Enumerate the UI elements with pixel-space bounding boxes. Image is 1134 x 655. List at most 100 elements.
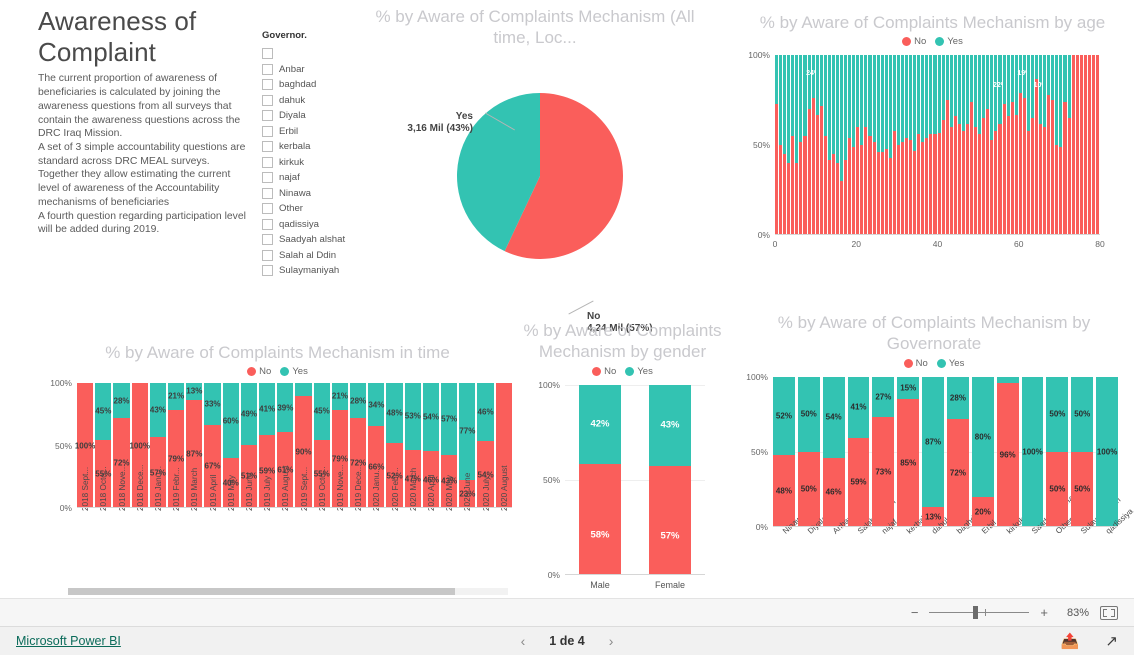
bar-segment-no[interactable] (649, 466, 691, 575)
time-bar[interactable]: 45% 55% 2018 Octo... (95, 383, 112, 511)
bar-segment-yes[interactable] (787, 55, 791, 164)
bar-segment-no[interactable] (917, 134, 921, 236)
checkbox-icon[interactable] (262, 79, 273, 91)
bar-segment-no[interactable] (1014, 114, 1018, 236)
slicer-item[interactable]: Saadyah alshat (262, 232, 357, 248)
bar-segment-no[interactable] (905, 138, 909, 236)
checkbox-icon[interactable] (262, 141, 273, 153)
bar-segment-no[interactable] (860, 145, 864, 236)
bar-segment-yes[interactable] (1039, 55, 1043, 124)
bar-segment-yes[interactable] (823, 55, 827, 137)
bar-segment-yes[interactable] (783, 55, 787, 155)
slicer-item[interactable]: baghdad (262, 77, 357, 93)
time-bar[interactable]: 39% 61% 2019 August (277, 383, 294, 511)
time-bar[interactable]: 13% 87% 2019 March (186, 383, 203, 511)
fullscreen-icon[interactable]: ↗ (1105, 632, 1118, 650)
bar-segment-yes[interactable] (775, 55, 779, 104)
bar-segment-yes[interactable] (913, 55, 917, 151)
zoom-out-button[interactable]: − (911, 605, 919, 620)
checkbox-icon[interactable] (262, 218, 273, 230)
time-bar[interactable]: 46% 54% 2020 July (477, 383, 494, 511)
bar-segment-yes[interactable] (900, 55, 904, 142)
bar-segment-no[interactable] (795, 163, 799, 236)
bar-segment-yes[interactable] (933, 55, 937, 135)
checkbox-icon[interactable] (262, 125, 273, 137)
governorate-bar[interactable]: 27% 73% najaf (872, 376, 899, 535)
bar-segment-no[interactable] (779, 145, 783, 236)
checkbox-icon[interactable] (262, 249, 273, 261)
zoom-slider[interactable] (929, 606, 1030, 619)
bar-segment-no[interactable] (998, 123, 1002, 236)
checkbox-icon[interactable] (262, 94, 273, 106)
time-bar[interactable]: 2020 August (495, 383, 512, 511)
bar-segment-no[interactable] (807, 109, 811, 236)
governorate-bar[interactable]: 50% 50% Other (1046, 376, 1075, 535)
checkbox-icon[interactable] (262, 234, 273, 246)
bar-segment-no[interactable] (1083, 55, 1087, 236)
bar-segment-yes[interactable] (1026, 55, 1030, 131)
time-bar[interactable]: 33% 67% 2019 April (204, 383, 221, 511)
bar-segment-no[interactable] (884, 148, 888, 236)
powerbi-brand-link[interactable]: Microsoft Power BI (16, 634, 121, 648)
bar-segment-yes[interactable] (840, 55, 844, 182)
governorate-bar[interactable]: 50% 50% Diyala (797, 376, 828, 535)
zoom-in-button[interactable]: + (1040, 605, 1048, 620)
bar-segment-no[interactable] (803, 136, 807, 236)
bar-segment-no[interactable] (949, 127, 953, 236)
bar-segment-no[interactable] (1035, 78, 1039, 236)
share-icon[interactable]: 📤 (1061, 632, 1080, 650)
gender-bar[interactable]: 42% 58% Male (579, 384, 621, 590)
governorate-bar[interactable]: 28% 72% baghdad (947, 376, 984, 535)
bar-segment-yes[interactable] (852, 55, 856, 148)
slicer-item[interactable]: Diyala (262, 108, 357, 124)
bar-segment-no[interactable] (1055, 145, 1059, 236)
bar-segment-yes[interactable] (1051, 55, 1055, 101)
bar-segment-yes[interactable] (888, 55, 892, 158)
bar-segment-yes[interactable] (1063, 55, 1067, 103)
bar-segment-yes[interactable] (961, 55, 965, 131)
bar-segment-yes[interactable] (1059, 55, 1063, 148)
bar-segment-yes[interactable] (953, 55, 957, 117)
bar-segment-no[interactable] (1091, 55, 1095, 236)
bar-segment-no[interactable] (986, 109, 990, 236)
bar-segment-no[interactable] (978, 134, 982, 236)
time-bar[interactable]: 41% 59% 2019 July (259, 383, 276, 511)
slicer-item[interactable]: Sulaymaniyah (262, 263, 357, 279)
age-bar[interactable] (1095, 55, 1100, 236)
bar-segment-yes[interactable] (864, 55, 868, 128)
slicer-item[interactable]: kerbala (262, 139, 357, 155)
time-bars[interactable]: 100% 2018 Sept... 45% 55% 2018 Octo... 28% 72%… (75, 383, 512, 511)
checkbox-icon[interactable] (262, 48, 273, 60)
legend-item-yes[interactable]: Yes (625, 366, 653, 377)
slicer-item[interactable]: najaf (262, 170, 357, 186)
bar-segment-yes[interactable] (937, 55, 941, 133)
gender-plot-area[interactable]: 42% 58% Male 43% 57% Female 0% 50% 100% (538, 380, 705, 590)
bar-segment-no[interactable] (965, 123, 969, 236)
time-bar[interactable]: 54% 46% 2020 April (422, 383, 440, 511)
zoom-slider-thumb[interactable] (973, 606, 979, 619)
bar-segment-no[interactable] (1067, 118, 1071, 236)
bar-segment-no[interactable] (961, 130, 965, 236)
governorate-bar[interactable]: 96% kirkuk (996, 376, 1026, 535)
bar-segment-no[interactable] (864, 127, 868, 236)
bar-segment-yes[interactable] (892, 55, 896, 131)
bar-segment-yes[interactable] (909, 55, 913, 140)
time-bar[interactable]: 57% 43% 2020 May (441, 383, 458, 511)
time-bar[interactable]: 53% 47% 2020 March (404, 383, 421, 511)
bar-segment-yes[interactable] (876, 55, 880, 153)
legend-item-no[interactable]: No (903, 358, 928, 369)
bar-segment-yes[interactable] (856, 55, 860, 128)
bar-segment-yes[interactable] (970, 55, 974, 103)
legend-item-no[interactable]: No (592, 366, 616, 377)
bar-segment-yes[interactable] (811, 55, 815, 99)
bar-segment-yes[interactable] (1022, 55, 1026, 99)
fit-to-page-icon[interactable] (1100, 605, 1118, 620)
bar-segment-no[interactable] (941, 120, 945, 236)
bar-segment-yes[interactable] (1035, 55, 1039, 79)
bar-segment-yes[interactable] (835, 55, 839, 164)
checkbox-icon[interactable] (262, 203, 273, 215)
legend-item-yes[interactable]: Yes (935, 36, 963, 47)
bar-segment-yes[interactable] (929, 55, 933, 135)
bar-segment-yes[interactable] (831, 55, 835, 155)
bar-segment-yes[interactable] (957, 55, 961, 124)
